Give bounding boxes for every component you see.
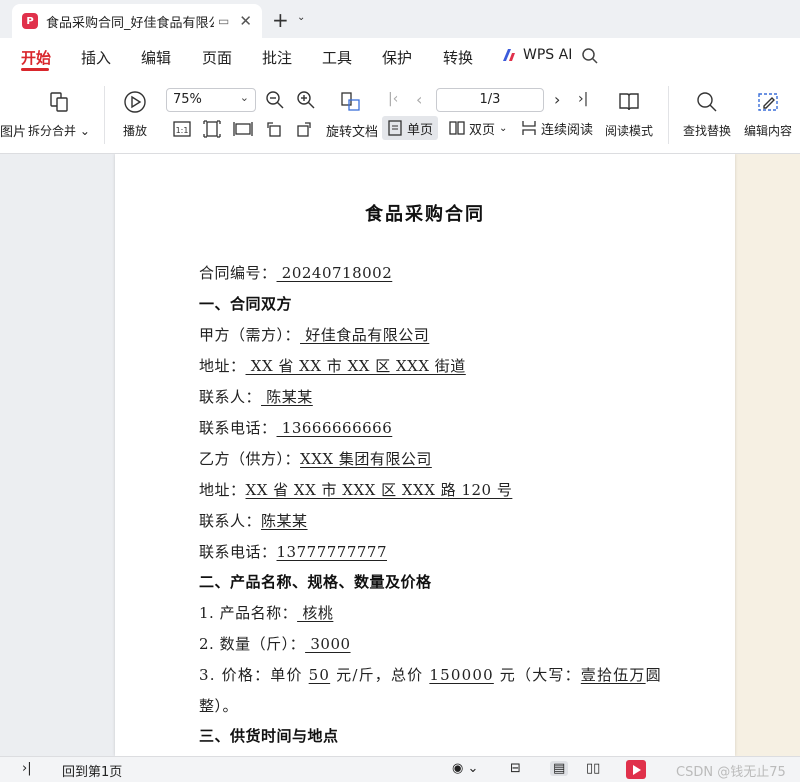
product-name-line: 1. 产品名称： 核桃	[199, 604, 334, 622]
title-bar: P 食品采购合同_好佳食品有限公 ▭ ✕ + ⌄	[0, 0, 800, 38]
page-number-input[interactable]: 1/3	[436, 88, 544, 112]
back-to-first-page[interactable]: 回到第1页	[62, 761, 122, 780]
ribbon-toolbar: 图片 拆分合并 ⌄ 播放 75% ⌄ 1:1 旋转文档 单页 双页 ⌄ 连续阅读…	[0, 76, 800, 154]
rotate-left-icon[interactable]	[264, 119, 284, 139]
single-page-button[interactable]: 单页	[382, 116, 439, 140]
single-page-icon	[388, 120, 402, 136]
double-page-label: 双页	[469, 122, 496, 138]
chevron-down-icon: ⌄	[499, 122, 508, 134]
zoom-select[interactable]: 75% ⌄	[166, 88, 256, 112]
document-tab[interactable]: P 食品采购合同_好佳食品有限公 ▭ ✕	[12, 4, 262, 38]
double-page-view-icon[interactable]: ▯▯	[586, 761, 600, 776]
play-label: 播放	[123, 124, 148, 138]
eye-icon[interactable]: ◉ ⌄	[452, 761, 478, 776]
menu-convert[interactable]: 转换	[443, 47, 473, 68]
search-icon[interactable]	[581, 47, 599, 65]
status-bar: ›| 回到第1页 ◉ ⌄ ⊟ ▤ ▯▯ CSDN @钱无止75	[0, 756, 800, 782]
new-tab-icon[interactable]: +	[272, 8, 289, 32]
rotate-document-label[interactable]: 旋转文档	[326, 121, 378, 140]
wps-pdf-icon: P	[22, 13, 38, 29]
fit-width-icon[interactable]	[233, 119, 253, 139]
rotate-right-icon[interactable]	[294, 119, 314, 139]
separator	[104, 86, 105, 144]
single-page-label: 单页	[407, 122, 434, 138]
party-a-line: 甲方（需方）： 好佳食品有限公司	[199, 326, 430, 344]
prev-page-icon[interactable]: ‹	[416, 90, 422, 109]
monitor-icon[interactable]: ▭	[218, 14, 229, 28]
separator	[668, 86, 669, 144]
menu-tools[interactable]: 工具	[322, 47, 352, 68]
fit-page-icon[interactable]	[202, 119, 222, 139]
double-page-button[interactable]: 双页 ⌄	[444, 116, 512, 140]
wps-ai-button[interactable]: WPS AI	[503, 47, 572, 63]
document-viewport[interactable]: 食品采购合同 合同编号： 20240718002 一、合同双方 甲方（需方）： …	[0, 154, 800, 756]
search-icon	[697, 92, 717, 112]
section-2-heading: 二、产品名称、规格、数量及价格	[199, 573, 432, 591]
last-page-icon[interactable]: ›|	[578, 91, 588, 107]
party-a-phone-line: 联系电话： 13666666666	[199, 419, 393, 437]
play-slideshow-icon[interactable]	[626, 760, 646, 779]
continuous-read-button[interactable]: 连续阅读	[516, 116, 598, 140]
menu-page[interactable]: 页面	[202, 47, 232, 68]
document-title: 食品采购合同	[365, 204, 485, 225]
price-line: 3. 价格：单价 50 元/斤，总价 150000 元（大写：壹拾伍万圆	[199, 666, 662, 684]
continuous-read-icon	[522, 121, 536, 135]
go-first-page-icon[interactable]: ›|	[22, 761, 32, 776]
contract-number-line: 合同编号： 20240718002	[199, 264, 393, 282]
play-button[interactable]: 播放	[123, 90, 147, 139]
rotate-document-icon[interactable]	[338, 90, 362, 114]
menu-bar: 开始 插入 编辑 页面 批注 工具 保护 转换 WPS AI	[0, 38, 800, 76]
chevron-down-icon[interactable]: ⌄	[297, 12, 305, 23]
continuous-view-icon[interactable]: ⊟	[510, 761, 521, 776]
menu-start[interactable]: 开始	[21, 47, 51, 68]
wps-ai-icon	[503, 49, 515, 61]
party-b-phone-line: 联系电话：13777777777	[199, 543, 387, 561]
split-merge-icon	[50, 92, 68, 112]
menu-annotate[interactable]: 批注	[262, 47, 292, 68]
single-page-view-icon[interactable]: ▤	[550, 761, 569, 776]
side-margin	[735, 154, 800, 756]
menu-edit[interactable]: 编辑	[141, 47, 171, 68]
read-mode-label: 阅读模式	[605, 124, 654, 138]
active-tab-indicator	[21, 68, 49, 71]
book-icon	[619, 93, 639, 111]
wps-ai-label: WPS AI	[523, 47, 573, 63]
first-page-icon[interactable]: |‹	[388, 91, 398, 107]
next-page-icon[interactable]: ›	[554, 90, 560, 109]
quantity-line: 2. 数量（斤）： 3000	[199, 635, 351, 653]
menu-protect[interactable]: 保护	[382, 47, 412, 68]
image-label-cut[interactable]: 图片	[0, 121, 26, 140]
edit-content-button[interactable]: 编辑内容	[744, 90, 792, 139]
double-page-icon	[449, 121, 465, 135]
find-replace-button[interactable]: 查找替换	[683, 90, 731, 139]
find-replace-label: 查找替换	[683, 124, 732, 138]
section-1-heading: 一、合同双方	[199, 295, 293, 313]
close-icon[interactable]: ✕	[239, 12, 252, 30]
play-icon	[124, 91, 146, 113]
edit-content-icon	[758, 93, 778, 111]
split-merge-button[interactable]: 拆分合并 ⌄	[28, 90, 90, 139]
zoom-value: 75%	[173, 92, 202, 107]
party-b-contact-line: 联系人：陈某某	[199, 512, 308, 530]
menu-insert[interactable]: 插入	[81, 47, 111, 68]
party-b-address-line: 地址：XX 省 XX 市 XXX 区 XXX 路 120 号	[199, 481, 513, 499]
split-merge-label: 拆分合并	[28, 124, 77, 138]
contract-number: 20240718002	[276, 264, 393, 282]
party-a-address-line: 地址： XX 省 XX 市 XX 区 XXX 街道	[199, 357, 466, 375]
document-page: 食品采购合同 合同编号： 20240718002 一、合同双方 甲方（需方）： …	[115, 154, 735, 756]
zoom-out-icon[interactable]	[265, 90, 285, 110]
read-mode-button[interactable]: 阅读模式	[605, 90, 653, 139]
continuous-read-label: 连续阅读	[541, 122, 594, 138]
section-3-heading: 三、供货时间与地点	[199, 727, 339, 745]
svg-text:1:1: 1:1	[176, 126, 189, 135]
tab-title: 食品采购合同_好佳食品有限公	[46, 15, 214, 31]
chevron-down-icon: ⌄	[239, 91, 249, 104]
party-b-line: 乙方（供方）：XXX 集团有限公司	[199, 450, 432, 468]
watermark: CSDN @钱无止75	[676, 765, 786, 780]
party-a-contact-line: 联系人： 陈某某	[199, 388, 313, 406]
actual-size-icon[interactable]: 1:1	[172, 119, 192, 139]
edit-content-label: 编辑内容	[744, 124, 793, 138]
price-line-continued: 整）。	[199, 697, 239, 715]
zoom-in-icon[interactable]	[296, 90, 316, 110]
